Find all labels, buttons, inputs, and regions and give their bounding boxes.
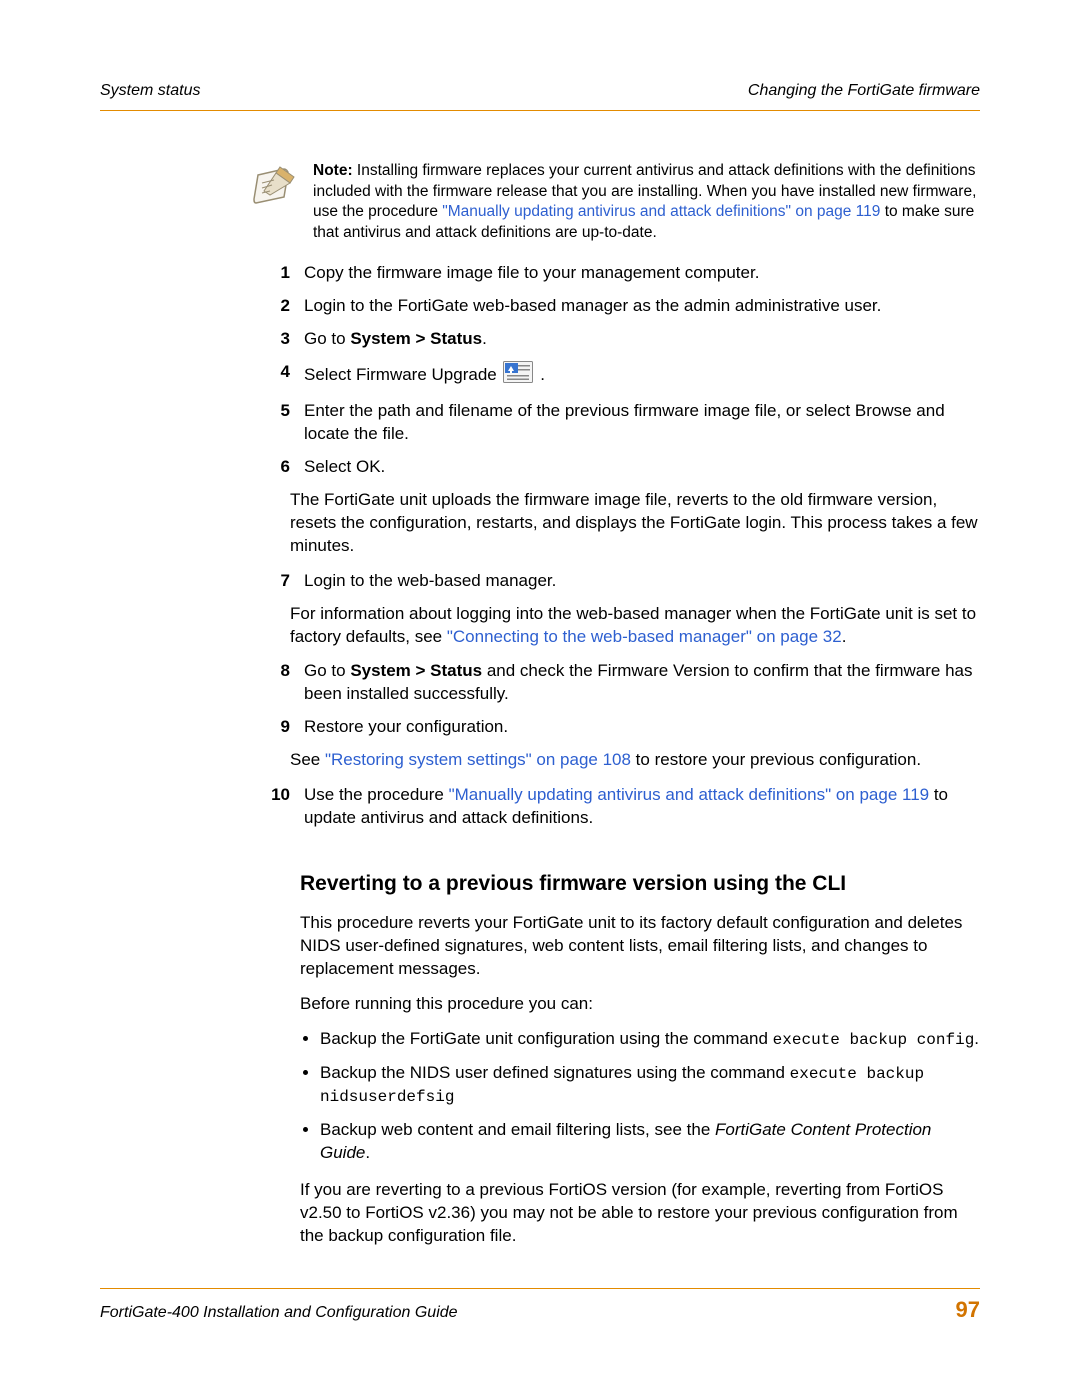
step-body: Copy the firmware image file to your man…	[304, 262, 980, 285]
bullet-1-cmd: execute backup config	[773, 1031, 975, 1049]
section-paragraph-2: Before running this procedure you can:	[300, 993, 980, 1016]
step-number: 5	[250, 400, 304, 446]
step-goto-path: System > Status	[350, 329, 482, 348]
step-7-extra-after: .	[842, 627, 847, 646]
step-body: Restore your configuration.	[304, 716, 980, 739]
section-title: Reverting to a previous firmware version…	[300, 870, 980, 898]
step-8: 8 Go to System > Status and check the Fi…	[250, 660, 980, 706]
step-9: 9 Restore your configuration.	[250, 716, 980, 739]
step-number: 2	[250, 295, 304, 318]
step-text-before: Select Firmware Upgrade	[304, 365, 501, 384]
section-paragraph-1: This procedure reverts your FortiGate un…	[300, 912, 980, 981]
step-10-link[interactable]: "Manually updating antivirus and attack …	[449, 785, 930, 804]
step-3: 3 Go to System > Status.	[250, 328, 980, 351]
step-7-link[interactable]: "Connecting to the web-based manager" on…	[447, 627, 842, 646]
bullet-1-after: .	[974, 1029, 979, 1048]
bullet-list: Backup the FortiGate unit configuration …	[300, 1028, 980, 1165]
step-9-extra-after: to restore your previous configuration.	[631, 750, 921, 769]
note-link[interactable]: "Manually updating antivirus and attack …	[442, 203, 880, 220]
step-6-extra: The FortiGate unit uploads the firmware …	[290, 489, 980, 558]
step-10: 10 Use the procedure "Manually updating …	[250, 784, 980, 830]
note-text: Note: Installing firmware replaces your …	[313, 161, 980, 245]
step-body: Enter the path and filename of the previ…	[304, 400, 980, 446]
step-6: 6 Select OK.	[250, 456, 980, 479]
step-9-extra-before: See	[290, 750, 325, 769]
step-1: 1 Copy the firmware image file to your m…	[250, 262, 980, 285]
firmware-upgrade-icon	[503, 361, 533, 390]
header-rule	[100, 110, 980, 111]
header-left: System status	[100, 80, 200, 102]
note-icon	[250, 161, 305, 216]
step-goto-prefix: Go to	[304, 329, 350, 348]
step-9-link[interactable]: "Restoring system settings" on page 108	[325, 750, 631, 769]
section-paragraph-3: If you are reverting to a previous Forti…	[300, 1179, 980, 1248]
step-body: Go to System > Status and check the Firm…	[304, 660, 980, 706]
step-number: 10	[250, 784, 304, 830]
step-number: 4	[250, 361, 304, 390]
bullet-3-before: Backup web content and email filtering l…	[320, 1120, 715, 1139]
step-body: Select Firmware Upgrade .	[304, 361, 980, 390]
step-number: 6	[250, 456, 304, 479]
step-4: 4 Select Firmware Upgrade .	[250, 361, 980, 390]
page-number: 97	[956, 1295, 980, 1325]
step-2: 2 Login to the FortiGate web-based manag…	[250, 295, 980, 318]
step-number: 3	[250, 328, 304, 351]
step-number: 1	[250, 262, 304, 285]
ordered-steps-cont2: 8 Go to System > Status and check the Fi…	[250, 660, 980, 739]
step-body: Select OK.	[304, 456, 980, 479]
step-9-extra: See "Restoring system settings" on page …	[290, 749, 980, 772]
bullet-2-before: Backup the NIDS user defined signatures …	[320, 1063, 790, 1082]
footer: FortiGate-400 Installation and Configura…	[100, 1295, 980, 1325]
step-7: 7 Login to the web-based manager.	[250, 570, 980, 593]
note-block: Note: Installing firmware replaces your …	[250, 161, 980, 245]
step-8-before: Go to	[304, 661, 350, 680]
step-body: Login to the FortiGate web-based manager…	[304, 295, 980, 318]
footer-left: FortiGate-400 Installation and Configura…	[100, 1302, 458, 1324]
step-number: 9	[250, 716, 304, 739]
step-7-extra: For information about logging into the w…	[290, 603, 980, 649]
step-body: Use the procedure "Manually updating ant…	[304, 784, 980, 830]
footer-rule	[100, 1288, 980, 1289]
bullet-3-after: .	[365, 1143, 370, 1162]
ordered-steps-cont: 7 Login to the web-based manager.	[250, 570, 980, 593]
document-page: System status Changing the FortiGate fir…	[0, 0, 1080, 1397]
step-number: 8	[250, 660, 304, 706]
step-10-before: Use the procedure	[304, 785, 449, 804]
step-body: Login to the web-based manager.	[304, 570, 980, 593]
step-text-after: .	[540, 365, 545, 384]
list-item: Backup the NIDS user defined signatures …	[320, 1062, 980, 1109]
step-8-path: System > Status	[350, 661, 482, 680]
list-item: Backup web content and email filtering l…	[320, 1119, 980, 1165]
bullet-1-before: Backup the FortiGate unit configuration …	[320, 1029, 773, 1048]
step-5: 5 Enter the path and filename of the pre…	[250, 400, 980, 446]
ordered-steps-cont3: 10 Use the procedure "Manually updating …	[250, 784, 980, 830]
step-number: 7	[250, 570, 304, 593]
ordered-steps: 1 Copy the firmware image file to your m…	[250, 262, 980, 479]
header-right: Changing the FortiGate firmware	[748, 80, 980, 102]
step-body: Go to System > Status.	[304, 328, 980, 351]
step-goto-suffix: .	[482, 329, 487, 348]
list-item: Backup the FortiGate unit configuration …	[320, 1028, 980, 1052]
note-label: Note:	[313, 162, 353, 179]
running-header: System status Changing the FortiGate fir…	[100, 80, 980, 102]
